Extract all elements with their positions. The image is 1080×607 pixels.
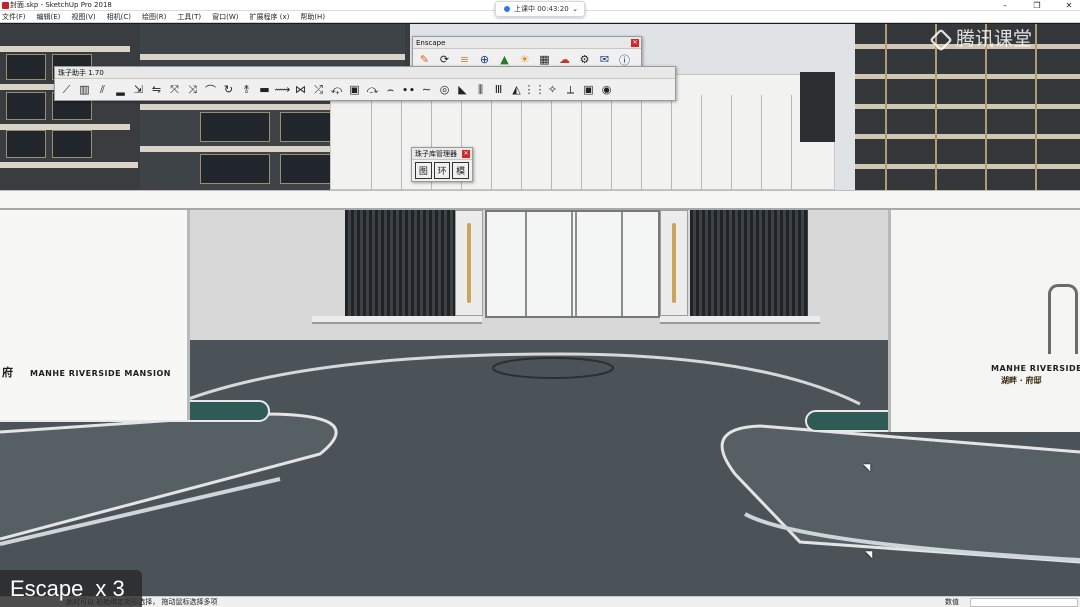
sign-chinese-left: 府 [2, 366, 14, 379]
timer-label: 上课中 00:43:20 [514, 5, 569, 13]
minimize-button[interactable]: – [998, 0, 1012, 11]
menu-extensions[interactable]: 扩展程序 (x) [249, 11, 289, 22]
menu-camera[interactable]: 相机(C) [107, 11, 131, 22]
logo-mark [1048, 284, 1078, 354]
library-image-button[interactable]: 图 [415, 162, 432, 179]
toolbar-title: 珠子库管理器 [415, 150, 457, 158]
tool-colonnade-icon[interactable]: Ⅲ [490, 81, 507, 98]
tool-align-icon[interactable]: ⇋ [148, 81, 165, 98]
window-title: 封面.skp - SketchUp Pro 2018 [10, 1, 112, 9]
door-post-right [660, 210, 688, 316]
podium-dark-panel [800, 72, 835, 142]
chevron-down-icon[interactable]: ⌄ [572, 2, 578, 16]
tool-line-icon[interactable]: ⫽ [94, 81, 111, 98]
door-post-left [455, 210, 483, 316]
class-timer[interactable]: 上课中 00:43:20 ⌄ [495, 1, 585, 17]
tool-loop-icon[interactable]: ⤽ [328, 81, 345, 98]
toolbar-header[interactable]: 珠子助手 1.70 [55, 67, 675, 79]
menu-edit[interactable]: 编辑(E) [37, 11, 61, 22]
zhuzi-helper-toolbar[interactable]: 珠子助手 1.70 ⟋ ▥ ⫽ ▂ ⇲ ⇋ ⤧ ⤨ ⌒ ↻ ⥉ ▬ ⟿ ⋈ ⤮ … [54, 66, 676, 101]
entrance-canopy [0, 190, 1080, 210]
toolbar-title: Enscape [416, 39, 446, 47]
tool-spiral-icon[interactable]: ◎ [436, 81, 453, 98]
library-env-button[interactable]: 环 [433, 162, 451, 179]
sign-text-right: MANHE RIVERSIDE [991, 364, 1080, 373]
tencent-classroom-logo-icon [929, 27, 953, 52]
tool-box-icon[interactable]: ▣ [346, 81, 363, 98]
measurements-input[interactable] [970, 598, 1078, 607]
tool-frame-icon[interactable]: ▣ [580, 81, 597, 98]
toolbar-header[interactable]: 珠子库管理器 ✕ [412, 148, 472, 160]
tool-rails-icon[interactable]: ⫼ [472, 81, 489, 98]
library-model-button[interactable]: 模 [452, 162, 470, 179]
toolbar-header[interactable]: Enscape ✕ [413, 37, 641, 49]
tool-arc-icon[interactable]: ⌒ [202, 81, 219, 98]
maximize-button[interactable]: ❐ [1030, 0, 1044, 11]
watermark-text: 腾讯课堂 [956, 28, 1033, 50]
measurements-label: 数值 [945, 598, 959, 606]
sign-chinese-right: 湖畔 · 府邸 [1001, 376, 1042, 385]
tencent-classroom-watermark: 腾讯课堂 [929, 24, 1033, 52]
overlay-key-name: Escape [10, 576, 84, 601]
close-icon[interactable]: ✕ [462, 150, 470, 158]
tool-bend-icon[interactable]: ⌢ [382, 81, 399, 98]
menu-draw[interactable]: 绘图(R) [142, 11, 166, 22]
tool-stairs-icon[interactable]: ⟋ [58, 81, 75, 98]
tool-slope-icon[interactable]: ◣ [454, 81, 471, 98]
tool-grid-icon[interactable]: ⋮⋮ [524, 81, 546, 98]
sketchup-app-icon [2, 2, 9, 9]
window-controls: – ❐ ✕ [998, 0, 1076, 11]
tool-cross2-icon[interactable]: ⤨ [184, 81, 201, 98]
menu-view[interactable]: 视图(V) [71, 11, 95, 22]
tool-cross-icon[interactable]: ⤧ [166, 81, 183, 98]
recording-dot-icon [504, 6, 510, 12]
metal-grille-right [690, 210, 808, 320]
tool-bars-icon[interactable]: ▂ [112, 81, 129, 98]
tool-scale-icon[interactable]: ⇲ [130, 81, 147, 98]
toolbar-title: 珠子助手 1.70 [58, 69, 104, 77]
overlay-key-count: x 3 [95, 576, 125, 601]
menu-window[interactable]: 窗口(W) [212, 11, 238, 22]
tool-star-icon[interactable]: ✧ [544, 81, 561, 98]
close-button[interactable]: ✕ [1062, 0, 1076, 11]
tool-loop2-icon[interactable]: ⤼ [364, 81, 381, 98]
tool-rotate-icon[interactable]: ↻ [220, 81, 237, 98]
tool-split-icon[interactable]: ⤮ [310, 81, 327, 98]
tool-slab-icon[interactable]: ▬ [256, 81, 273, 98]
metal-grille-left [345, 210, 455, 320]
menu-help[interactable]: 帮助(H) [300, 11, 325, 22]
status-bar: 此时可以 初始绑定矩形选择， 拖动鼠标选择多项 数值 [0, 596, 1080, 607]
tool-join-icon[interactable]: ⋈ [292, 81, 309, 98]
tool-dots-icon[interactable]: ∙∙ [400, 81, 417, 98]
menu-file[interactable]: 文件(F) [2, 11, 26, 22]
tool-path-icon[interactable]: ⟿ [274, 81, 291, 98]
pillar-left: 府 MANHE RIVERSIDE MANSION [0, 210, 190, 420]
menu-tools[interactable]: 工具(T) [177, 11, 201, 22]
pillar-right: MANHE RIVERSIDE 湖畔 · 府邸 [888, 210, 1080, 432]
model-viewport[interactable]: 府 MANHE RIVERSIDE MANSION MANHE RIVERSID… [0, 24, 1080, 596]
tool-brush-icon[interactable]: ⟂ [562, 81, 579, 98]
tool-triangle-icon[interactable]: ◭ [508, 81, 525, 98]
keypress-overlay: Escape x 3 [0, 570, 142, 607]
glass-doors [485, 210, 660, 318]
close-icon[interactable]: ✕ [631, 39, 639, 47]
tool-wave-icon[interactable]: ∼ [418, 81, 435, 98]
tool-settings-icon[interactable]: ◉ [598, 81, 615, 98]
tool-column-icon[interactable]: ▥ [76, 81, 93, 98]
library-manager-toolbar[interactable]: 珠子库管理器 ✕ 图 环 模 [411, 147, 473, 182]
sign-text-left: MANHE RIVERSIDE MANSION [30, 369, 171, 378]
tool-curve-icon[interactable]: ⥉ [238, 81, 255, 98]
